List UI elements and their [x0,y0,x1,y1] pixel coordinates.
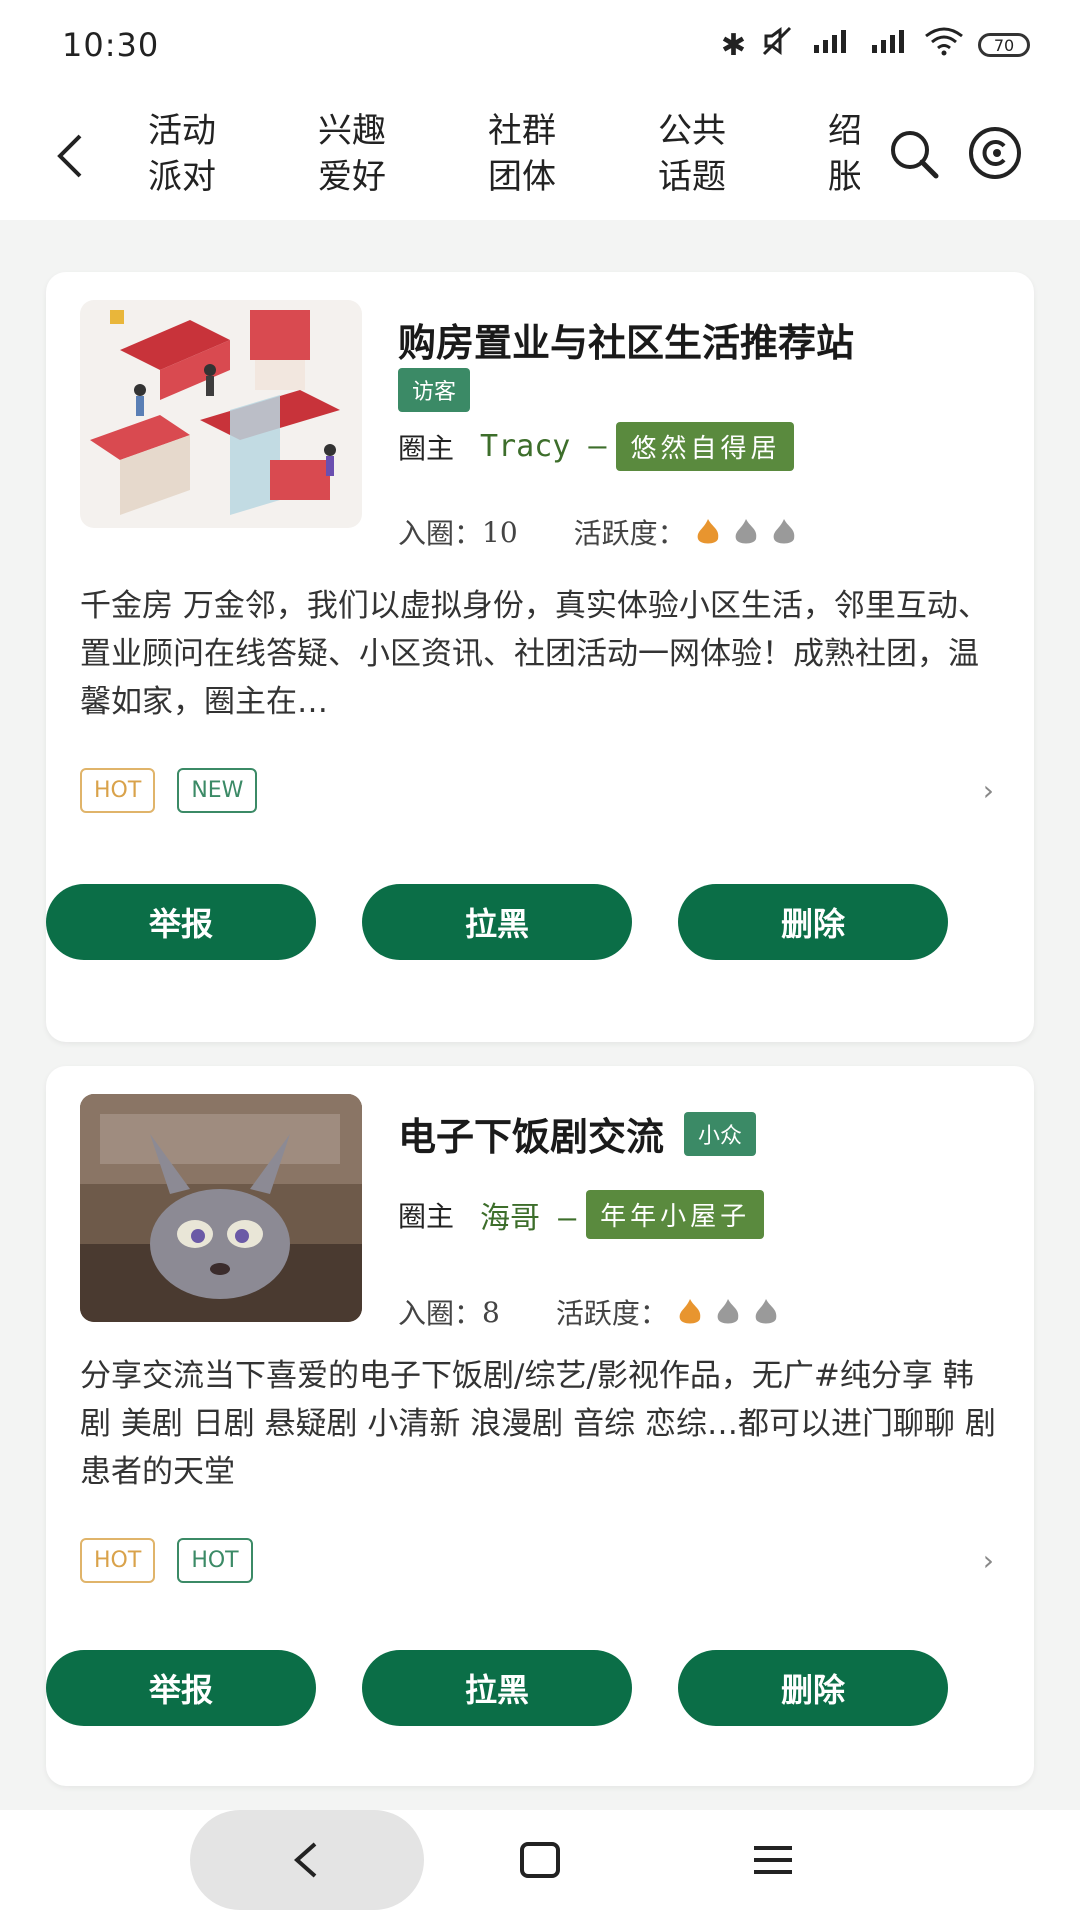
bluetooth-icon: ✱ [720,27,746,63]
activity-flames [676,1297,780,1327]
group-description: 千金房 万金邻，我们以虚拟身份，真实体验小区生活，邻里互动、置业顾问在线答疑、小… [80,588,989,720]
menu-icon [754,1846,792,1874]
owner-label: 圈主 [398,1199,455,1233]
report-button[interactable]: 举报 [46,1650,316,1726]
search-icon [891,131,939,179]
system-home-button[interactable] [518,1838,562,1882]
tab-hobbies[interactable]: 兴趣 爱好 [318,108,428,200]
owner-badge: 悠然自得居 [616,422,795,471]
flame-icon [697,519,718,544]
status-icons: ✱ 70 [721,26,1030,64]
members-label: 入圈： [398,1297,483,1330]
flame-icon [735,519,756,544]
owner-name[interactable]: Tracy – [480,429,606,464]
target-icon [969,127,1021,179]
tab-activity-party[interactable]: 活动 派对 [148,108,258,200]
group-title: 购房置业与社区生活推荐站 [398,320,855,365]
hot-pill: HOT [80,768,156,813]
status-bar: 10:30 ✱ 70 [0,0,1080,90]
group-tag: 访客 [398,368,471,412]
new-pill: NEW [177,768,258,813]
owner-name[interactable]: 海哥 – [480,1193,576,1237]
stats-row: 入圈： 10 活跃度： [398,512,798,552]
status-time: 10:30 [62,26,160,64]
top-nav: 活动 派对 兴趣 爱好 社群 团体 公共 话题 绍胀 [0,90,1080,220]
members-count: 10 [482,515,518,549]
delete-button[interactable]: 删除 [678,1650,948,1726]
signal-icon-2 [866,27,910,63]
stats-row: 入圈： 8 活跃度： [398,1292,780,1332]
activity-flames [694,517,798,547]
group-thumbnail [80,300,362,528]
chevron-left-icon [293,1842,317,1878]
group-description: 分享交流当下喜爱的电子下饭剧/综艺/影视作品，无广#纯分享 韩剧 美剧 日剧 悬… [80,1358,996,1490]
system-menu-button[interactable] [750,1838,796,1882]
block-button[interactable]: 拉黑 [362,1650,632,1726]
report-button[interactable]: 举报 [46,884,316,960]
owner-badge: 年年小屋子 [586,1190,765,1239]
search-button[interactable] [886,126,942,182]
flame-icon [717,1299,739,1324]
mute-icon [760,26,794,64]
chevron-right-icon[interactable]: › [983,1544,994,1577]
owner-row: 圈主 海哥 – 年年小屋子 [398,1190,765,1239]
group-tag: 小众 [684,1111,757,1156]
members-label: 入圈： [398,517,483,550]
tag-pills: HOT NEW [80,768,258,813]
group-thumbnail [80,1094,362,1322]
square-icon [520,1842,560,1878]
chevron-right-icon[interactable]: › [983,774,994,807]
category-tabs: 活动 派对 兴趣 爱好 社群 团体 公共 话题 绍胀 [140,108,860,208]
chevron-left-icon [57,134,82,178]
activity-label: 活跃度： [555,1297,668,1330]
action-buttons: 举报 拉黑 删除 [46,884,994,960]
tab-communities[interactable]: 社群 团体 [488,108,598,200]
system-back-button[interactable] [190,1810,424,1910]
group-card[interactable]: 购房置业与社区生活推荐站 访客 圈主 Tracy – 悠然自得居 入圈： 10 … [46,272,1034,1042]
wifi-icon [924,26,964,64]
group-title: 电子下饭剧交流 [398,1114,665,1159]
tab-public-topics[interactable]: 公共 话题 [658,108,768,200]
action-buttons: 举报 拉黑 删除 [46,1650,994,1726]
owner-row: 圈主 Tracy – 悠然自得居 [398,422,795,471]
flame-icon [755,1299,777,1324]
system-nav-bar [0,1810,1080,1920]
tag-pills: HOT HOT [80,1538,253,1583]
owner-label: 圈主 [398,431,455,465]
signal-icon-1 [808,27,852,63]
flame-icon [773,519,794,544]
group-card[interactable]: 电子下饭剧交流 小众 圈主 海哥 – 年年小屋子 入圈： 8 活跃度： 分享交流… [46,1066,1034,1786]
block-button[interactable]: 拉黑 [362,884,632,960]
members-count: 8 [482,1295,500,1329]
hot-pill: HOT [177,1538,253,1583]
activity-label: 活跃度： [573,517,686,550]
delete-button[interactable]: 删除 [678,884,948,960]
tab-partial[interactable]: 绍胀 [828,108,860,200]
battery-indicator: 70 [978,33,1030,57]
back-button[interactable] [46,126,96,186]
flame-icon [679,1299,701,1324]
target-button[interactable] [966,124,1024,182]
hot-pill: HOT [80,1538,156,1583]
